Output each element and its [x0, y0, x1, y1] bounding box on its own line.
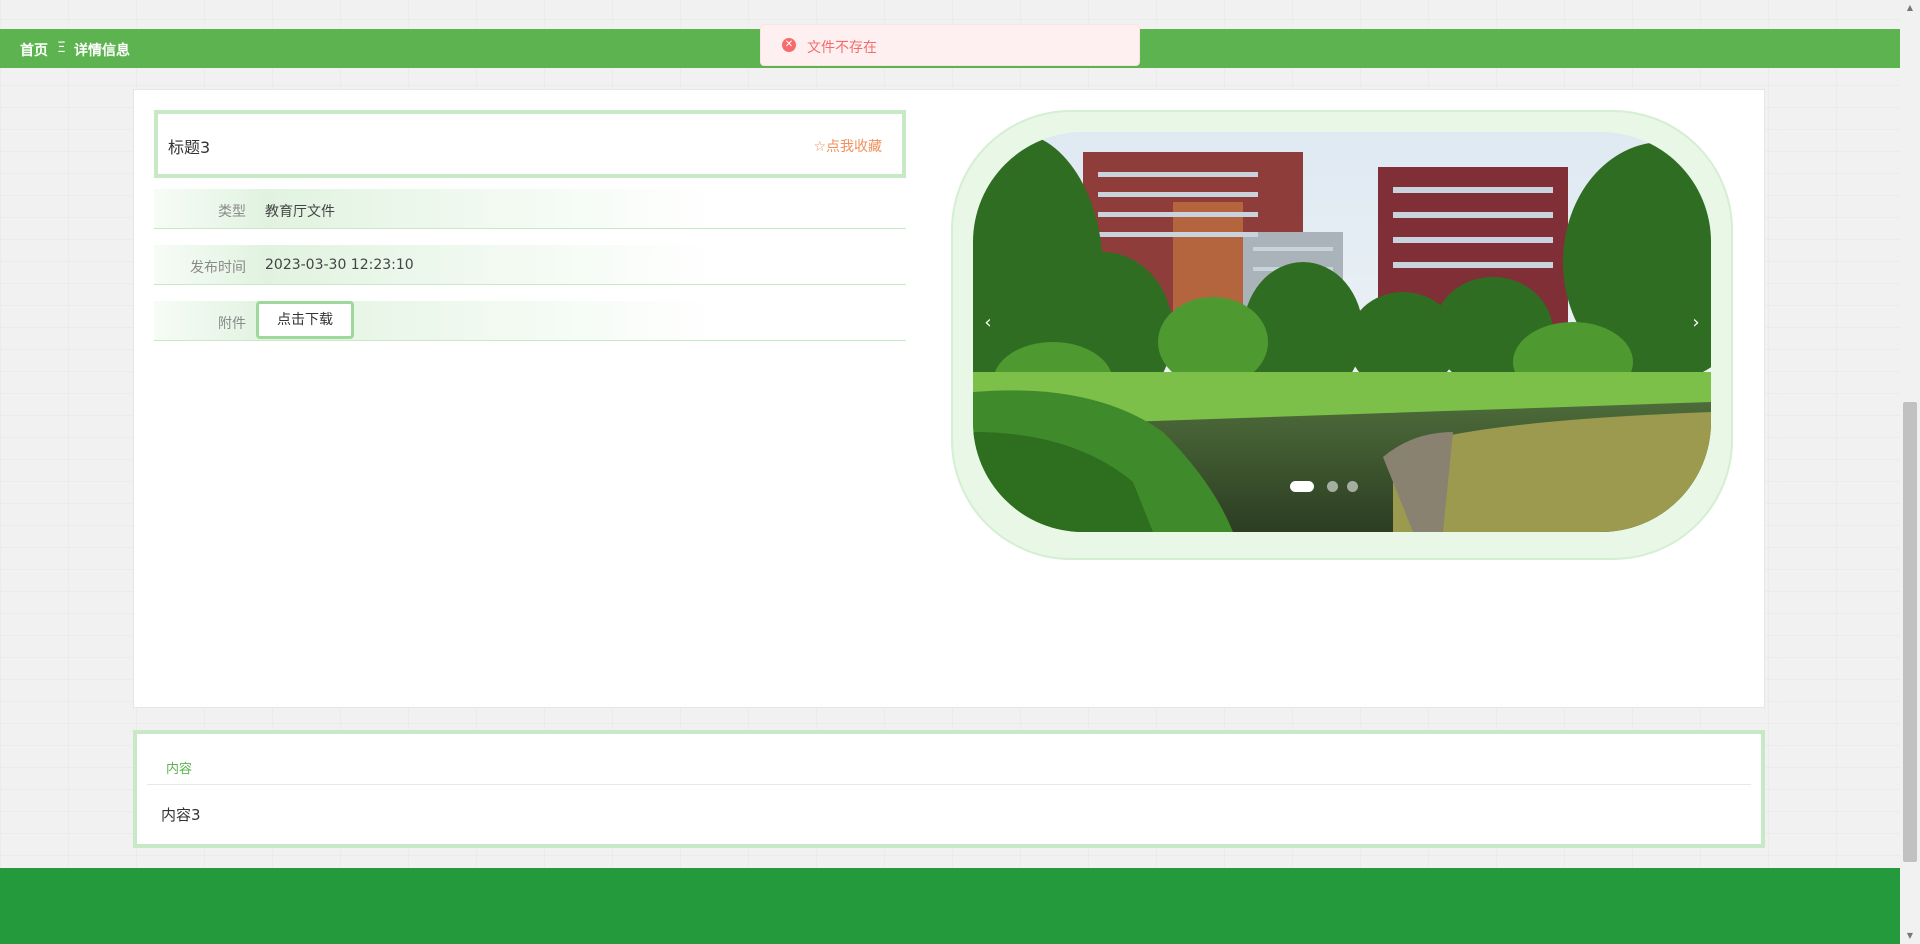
content-body: 内容3 — [161, 806, 201, 824]
toast-message: 文件不存在 — [807, 40, 877, 56]
info-row-type: 类型 教育厅文件 — [154, 189, 906, 229]
page-title: 标题3 — [168, 138, 211, 157]
download-button[interactable]: 点击下载 — [256, 301, 354, 339]
collect-button[interactable]: ☆点我收藏 — [813, 136, 882, 156]
content-tab[interactable]: 内容 — [166, 758, 192, 777]
content-card: 内容 内容3 — [133, 730, 1765, 848]
breadcrumb-home-link[interactable]: 首页 — [20, 40, 48, 60]
publish-time-value: 2023-03-30 12:23:10 — [265, 257, 414, 273]
carousel-next-button[interactable]: › — [1681, 308, 1711, 338]
content-divider — [147, 784, 1751, 785]
detail-card: 标题3 ☆点我收藏 类型 教育厅文件 发布时间 2023-03-30 12:23… — [133, 89, 1765, 708]
error-toast: ✕ 文件不存在 — [760, 24, 1140, 66]
attachment-label: 附件 — [218, 316, 246, 332]
carousel-slide-image — [973, 132, 1711, 532]
publish-time-label: 发布时间 — [190, 260, 246, 276]
breadcrumb-current: 详情信息 — [74, 43, 130, 59]
breadcrumb-separator-icon: Ξ — [57, 40, 66, 56]
type-label: 类型 — [218, 204, 246, 220]
info-row-publish-time: 发布时间 2023-03-30 12:23:10 — [154, 245, 906, 285]
type-value: 教育厅文件 — [265, 204, 335, 220]
page: 首页 Ξ 详情信息 标题3 ☆点我收藏 类型 教育厅文件 发布时间 2023-0… — [0, 0, 1900, 944]
error-circle-icon: ✕ — [782, 38, 796, 52]
carousel-dot-3[interactable] — [1347, 481, 1358, 492]
carousel-dot-1[interactable] — [1290, 481, 1314, 492]
carousel-prev-button[interactable]: ‹ — [973, 308, 1003, 338]
scroll-down-icon[interactable]: ▼ — [1900, 928, 1920, 944]
carousel-dot-2[interactable] — [1327, 481, 1338, 492]
page-scrollbar[interactable]: ▲ ▼ — [1900, 0, 1920, 944]
carousel: ‹ › — [951, 110, 1733, 560]
scroll-up-icon[interactable]: ▲ — [1900, 0, 1920, 16]
scroll-thumb[interactable] — [1903, 402, 1917, 862]
info-row-attachment: 附件 点击下载 — [154, 301, 906, 341]
footer — [0, 868, 1900, 944]
title-box: 标题3 ☆点我收藏 — [154, 110, 906, 178]
